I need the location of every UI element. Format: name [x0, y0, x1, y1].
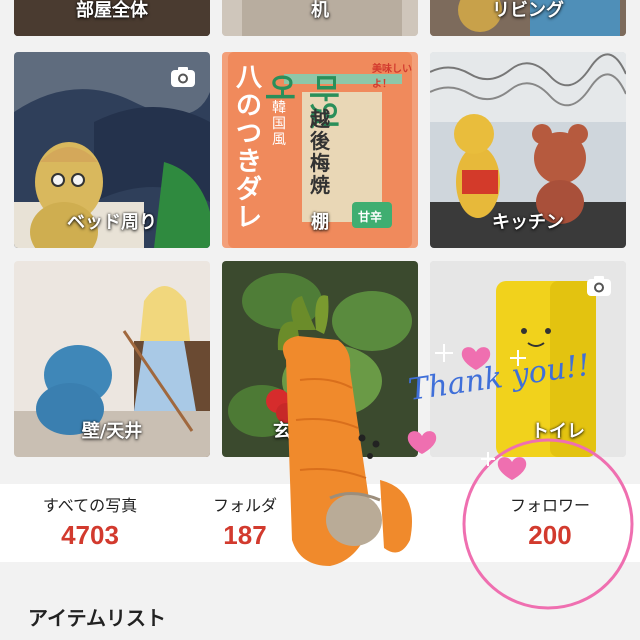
- folder-label: 玄: [273, 421, 291, 442]
- folder-tile[interactable]: リビング: [430, 0, 626, 36]
- folder-tile[interactable]: 마있어 越後梅焼 八のつきダレ 韓国風 甘辛 美味しいよ！ 棚: [222, 52, 418, 248]
- folder-tile[interactable]: 机: [222, 0, 418, 36]
- stat-followers[interactable]: フォロワー 200: [470, 484, 630, 562]
- stat-all-photos[interactable]: すべての写真 4703: [10, 484, 170, 562]
- folder-label: トイレ: [531, 421, 585, 442]
- folder-label: キッチン: [492, 212, 564, 233]
- folder-label: リビング: [492, 0, 564, 21]
- package-top-badge: 美味しいよ！: [372, 64, 412, 90]
- folder-label: 壁/天井: [81, 421, 143, 442]
- package-brand: 八のつきダレ: [236, 63, 263, 233]
- folder-tile[interactable]: 部屋全体: [14, 0, 210, 36]
- package-side-tag: 韓国風: [272, 100, 286, 148]
- folder-label: ベッド周り: [67, 212, 157, 233]
- stat-label: すべての写真: [42, 496, 138, 515]
- profile-stats-bar: すべての写真 4703 フォルダ 187 フォロワー 200: [0, 484, 640, 562]
- stat-folders[interactable]: フォルダ 187: [165, 484, 325, 562]
- folder-grid: 部屋全体 机 リビング ベッド周り 마있어 越後梅焼 八のつきダレ 韓国風 甘辛…: [0, 0, 640, 484]
- folder-tile[interactable]: 玄: [222, 261, 418, 457]
- package-sticker: 越後梅焼: [310, 107, 330, 197]
- stat-label: フォロワー: [509, 496, 590, 515]
- folder-tile[interactable]: ベッド周り: [14, 52, 210, 248]
- item-list-section: アイテムリスト: [0, 562, 640, 640]
- camera-icon: [587, 276, 611, 296]
- camera-icon: [171, 67, 195, 87]
- item-list-title: アイテムリスト: [28, 606, 166, 630]
- folder-tile[interactable]: 壁/天井: [14, 261, 210, 457]
- folder-label: 部屋全体: [76, 0, 148, 21]
- folder-tile[interactable]: トイレ: [430, 261, 626, 457]
- stat-value: 200: [528, 520, 572, 550]
- stat-value: 4703: [61, 520, 119, 550]
- stat-value: 187: [223, 520, 267, 550]
- stat-label: フォルダ: [212, 496, 277, 515]
- folder-tile[interactable]: キッチン: [430, 52, 626, 248]
- folder-label: 机: [311, 0, 329, 21]
- folder-label: 棚: [311, 212, 329, 233]
